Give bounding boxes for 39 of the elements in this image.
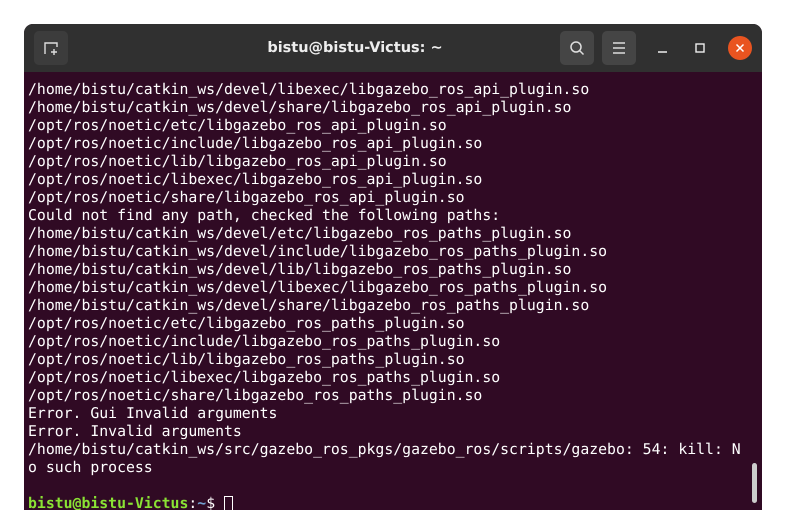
output-line: o such process bbox=[28, 459, 153, 477]
output-line: /home/bistu/catkin_ws/devel/lib/libgazebo_ros_paths_plugin.so bbox=[28, 261, 572, 279]
output-line: /opt/ros/noetic/lib/libgazebo_ros_paths_plugin.so bbox=[28, 351, 465, 369]
output-line: /opt/ros/noetic/include/libgazebo_ros_api_plugin.so bbox=[28, 135, 482, 153]
output-line: /home/bistu/catkin_ws/src/gazebo_ros_pkgs/gazebo_ros/scripts/gazebo: 54: kill: N bbox=[28, 441, 741, 459]
prompt-path: ~ bbox=[197, 495, 206, 510]
prompt-user-host: bistu@bistu-Victus bbox=[28, 495, 188, 510]
output-line: /opt/ros/noetic/libexec/libgazebo_ros_paths_plugin.so bbox=[28, 369, 500, 387]
output-line: /opt/ros/noetic/share/libgazebo_ros_api_plugin.so bbox=[28, 189, 465, 207]
output-line: /home/bistu/catkin_ws/devel/libexec/libgazebo_ros_paths_plugin.so bbox=[28, 279, 608, 297]
output-line: Error. Invalid arguments bbox=[28, 423, 242, 441]
output-line: Could not find any path, checked the following paths: bbox=[28, 207, 500, 225]
new-tab-icon bbox=[43, 40, 59, 56]
output-line: /home/bistu/catkin_ws/devel/share/libgazebo_ros_api_plugin.so bbox=[28, 99, 572, 117]
search-button[interactable] bbox=[560, 31, 594, 65]
window-title: bistu@bistu-Victus: ~ bbox=[266, 40, 444, 56]
output-line: Error. Gui Invalid arguments bbox=[28, 405, 278, 423]
search-icon bbox=[569, 40, 585, 56]
output-line: /home/bistu/catkin_ws/devel/share/libgazebo_ros_paths_plugin.so bbox=[28, 297, 590, 315]
scrollbar-thumb[interactable] bbox=[752, 463, 757, 503]
menu-button[interactable] bbox=[602, 31, 636, 65]
close-button[interactable] bbox=[728, 36, 752, 60]
output-line: /home/bistu/catkin_ws/devel/libexec/libgazebo_ros_api_plugin.so bbox=[28, 81, 590, 99]
close-icon bbox=[735, 43, 745, 53]
output-line: /opt/ros/noetic/etc/libgazebo_ros_api_plugin.so bbox=[28, 117, 447, 135]
output-line: /home/bistu/catkin_ws/devel/etc/libgazebo_ros_paths_plugin.so bbox=[28, 225, 572, 243]
output-line: /opt/ros/noetic/etc/libgazebo_ros_paths_plugin.so bbox=[28, 315, 465, 333]
menu-icon bbox=[612, 42, 626, 54]
prompt-separator: : bbox=[188, 495, 198, 510]
new-tab-button[interactable] bbox=[34, 31, 68, 65]
output-line: /opt/ros/noetic/share/libgazebo_ros_paths_plugin.so bbox=[28, 387, 482, 405]
output-line: /home/bistu/catkin_ws/devel/include/libgazebo_ros_paths_plugin.so bbox=[28, 243, 608, 261]
output-line: /opt/ros/noetic/lib/libgazebo_ros_api_plugin.so bbox=[28, 153, 447, 171]
output-line: /opt/ros/noetic/libexec/libgazebo_ros_api_plugin.so bbox=[28, 171, 482, 189]
maximize-icon bbox=[695, 43, 705, 53]
minimize-icon bbox=[658, 51, 666, 53]
text-cursor bbox=[224, 496, 234, 510]
output-line: /opt/ros/noetic/include/libgazebo_ros_paths_plugin.so bbox=[28, 333, 500, 351]
prompt-symbol: $ bbox=[206, 495, 216, 510]
